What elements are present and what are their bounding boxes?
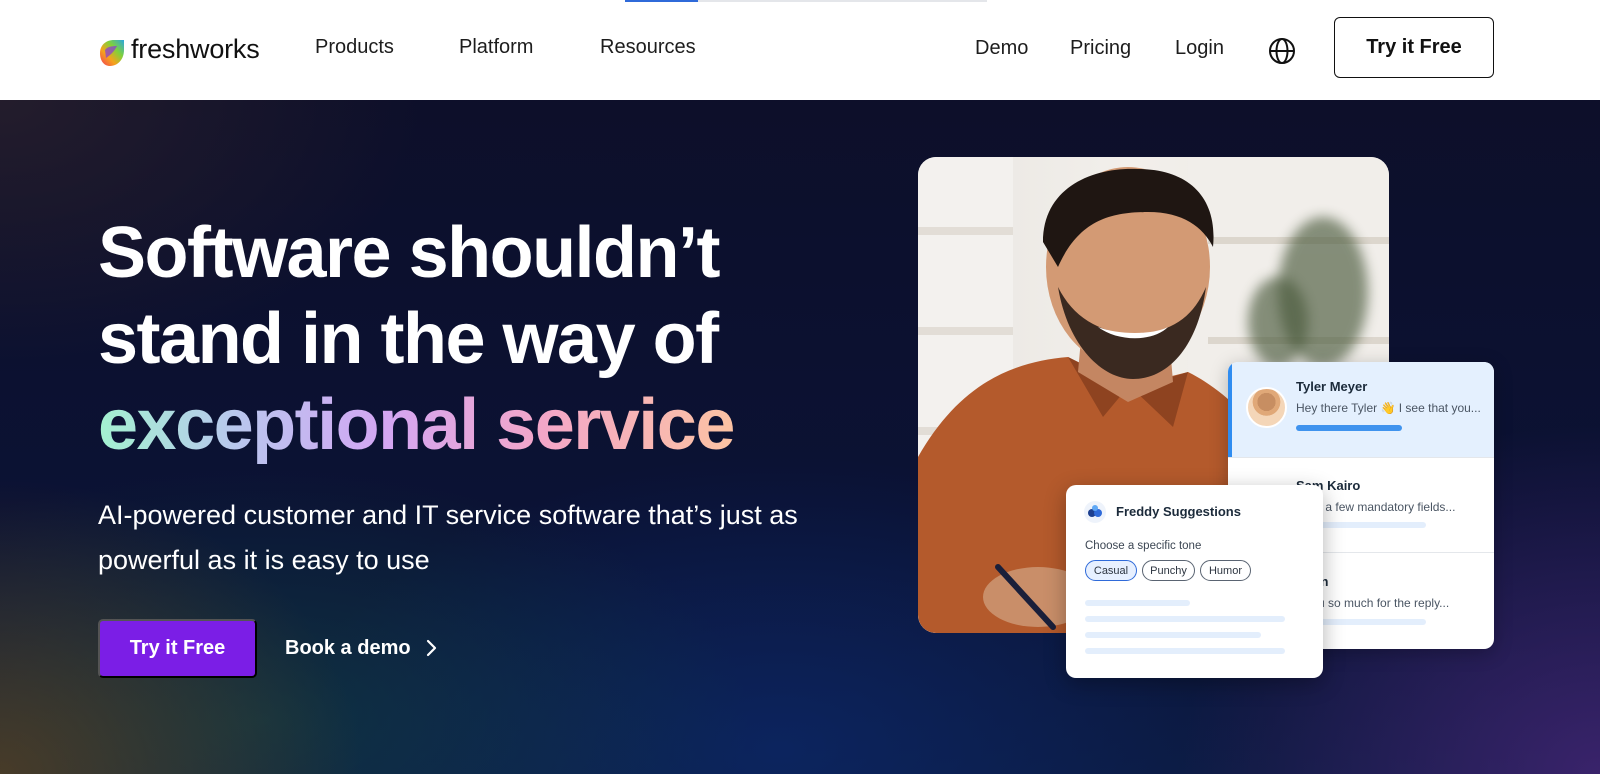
- freshworks-wordmark: freshworks: [131, 33, 260, 64]
- book-demo-label: Book a demo: [285, 636, 411, 659]
- chat-list-item[interactable]: Tyler Meyer Hey there Tyler 👋 I see that…: [1228, 362, 1494, 457]
- hero-headline-highlight: exceptional service: [98, 382, 735, 468]
- tone-chip-humor[interactable]: Humor: [1200, 560, 1251, 581]
- chat-item-message: Hey there Tyler 👋 I see that you...: [1296, 401, 1481, 415]
- hero-headline: Software shouldn’t stand in the way of e…: [98, 210, 735, 468]
- hero-subheading: AI-powered customer and IT service softw…: [98, 500, 798, 575]
- hero-headline-line-2: stand in the way of: [98, 299, 719, 379]
- skeleton-line: [1085, 616, 1285, 622]
- skeleton-line: [1085, 632, 1261, 638]
- nav-products[interactable]: Products: [315, 36, 394, 59]
- nav-platform[interactable]: Platform: [459, 36, 533, 59]
- freshworks-logo-icon: [97, 38, 127, 68]
- freddy-suggestions-card: Freddy Suggestions Choose a specific ton…: [1066, 485, 1323, 678]
- nav-demo[interactable]: Demo: [975, 37, 1028, 60]
- book-demo-link[interactable]: Book a demo: [285, 631, 437, 665]
- chat-progress-bar: [1296, 425, 1402, 431]
- freddy-title: Freddy Suggestions: [1116, 504, 1241, 519]
- nav-resources[interactable]: Resources: [600, 36, 696, 59]
- header-try-free-button[interactable]: Try it Free: [1334, 17, 1494, 78]
- tone-chip-punchy[interactable]: Punchy: [1142, 560, 1195, 581]
- hero-section: Software shouldn’t stand in the way of e…: [0, 100, 1600, 774]
- skeleton-line: [1085, 648, 1285, 654]
- hero-try-free-button[interactable]: Try it Free: [98, 619, 257, 678]
- hero-headline-line-1: Software shouldn’t: [98, 213, 720, 293]
- skeleton-line: [1085, 600, 1190, 606]
- chat-item-name: Tyler Meyer: [1296, 379, 1368, 394]
- tone-chip-casual[interactable]: Casual: [1085, 560, 1137, 581]
- nav-pricing[interactable]: Pricing: [1070, 37, 1131, 60]
- freshworks-logo[interactable]: freshworks: [97, 28, 260, 70]
- nav-login[interactable]: Login: [1175, 37, 1224, 60]
- freddy-ai-icon: [1084, 501, 1106, 523]
- tone-label: Choose a specific tone: [1085, 540, 1202, 552]
- avatar: [1246, 387, 1287, 428]
- globe-icon[interactable]: [1268, 37, 1296, 65]
- site-header: freshworks Products Platform Resources D…: [0, 0, 1600, 100]
- chevron-right-icon: [426, 639, 436, 657]
- header-top-line-active: [625, 0, 698, 2]
